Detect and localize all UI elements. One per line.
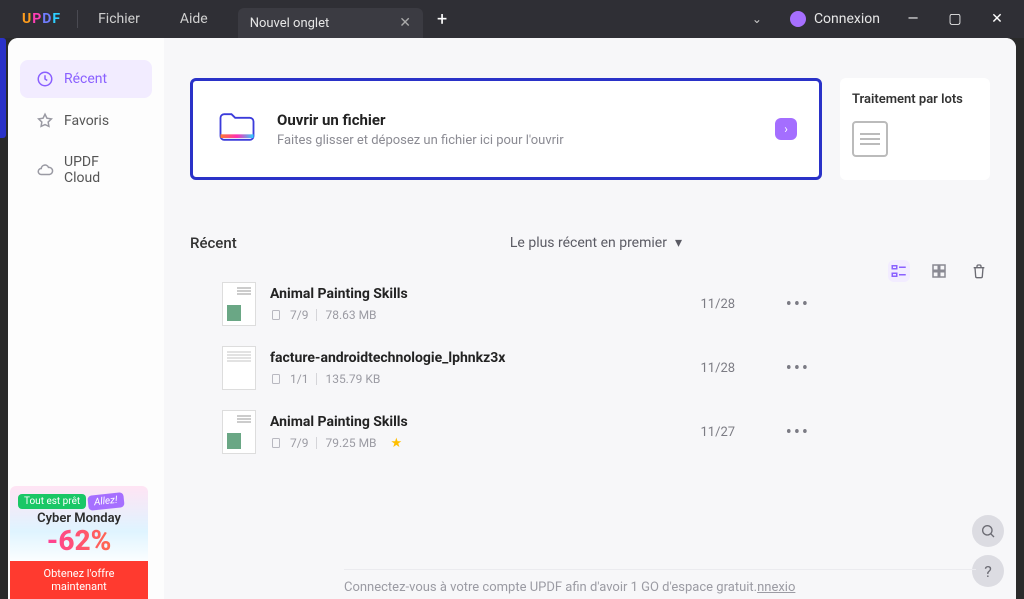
sidebar-item-cloud[interactable]: UPDF Cloud — [20, 144, 152, 196]
close-icon[interactable]: ✕ — [399, 15, 411, 31]
sort-dropdown[interactable]: Le plus récent en premier ▾ — [510, 235, 682, 251]
cloud-icon — [36, 161, 54, 179]
edge-highlight — [0, 38, 6, 138]
app-body: Récent Favoris UPDF Cloud Ouvrir un fich… — [8, 38, 1016, 599]
clock-icon — [36, 70, 54, 88]
file-row[interactable]: facture-androidtechnologie_lphnkz3x 1/1 … — [190, 336, 822, 400]
footer-link[interactable]: nnexio — [757, 580, 795, 595]
open-file-card[interactable]: Ouvrir un fichier Faites glisser et dépo… — [190, 78, 822, 180]
footer-message: Connectez-vous à votre compte UPDF afin … — [344, 569, 976, 595]
view-list-button[interactable] — [888, 260, 910, 282]
file-date: 11/27 — [658, 425, 778, 440]
login-label: Connexion — [814, 11, 880, 27]
open-file-subtitle: Faites glisser et déposez un fichier ici… — [277, 133, 564, 148]
delete-button[interactable] — [968, 260, 990, 282]
batch-icon — [852, 121, 888, 157]
star-icon — [36, 112, 54, 130]
sidebar-item-label: Favoris — [64, 113, 109, 129]
main-area: Ouvrir un fichier Faites glisser et dépo… — [164, 38, 1016, 599]
tab-new[interactable]: Nouvel onglet ✕ — [238, 8, 423, 38]
file-size: 78.63 MB — [325, 308, 376, 322]
sidebar-item-label: UPDF Cloud — [64, 154, 136, 186]
window-close[interactable]: ✕ — [976, 3, 1018, 35]
chevron-right-icon[interactable]: › — [775, 118, 797, 140]
new-tab-button[interactable]: + — [423, 9, 461, 30]
open-file-title: Ouvrir un fichier — [277, 111, 564, 129]
search-button[interactable] — [972, 515, 1004, 547]
more-icon[interactable]: ••• — [778, 422, 818, 443]
file-date: 11/28 — [658, 297, 778, 312]
more-icon[interactable]: ••• — [778, 358, 818, 379]
file-row[interactable]: Animal Painting Skills 7/9 78.63 MB 11/2… — [190, 272, 822, 336]
menu-file[interactable]: Fichier — [78, 0, 160, 38]
promo-discount: -62% — [18, 524, 140, 557]
help-button[interactable]: ? — [972, 555, 1004, 587]
folder-icon — [215, 105, 259, 153]
caret-down-icon: ▾ — [675, 235, 682, 251]
promo-pill: Tout est prêt — [18, 494, 86, 509]
title-bar: UPDF Fichier Aide Nouvel onglet ✕ + ⌄ Co… — [0, 0, 1024, 38]
tab-label: Nouvel onglet — [250, 16, 330, 31]
file-thumbnail — [222, 410, 256, 454]
promo-banner[interactable]: Tout est prêt Allez! Cyber Monday -62% O… — [10, 486, 148, 599]
menu-help[interactable]: Aide — [160, 0, 228, 38]
sidebar-item-recent[interactable]: Récent — [20, 60, 152, 98]
file-list: Animal Painting Skills 7/9 78.63 MB 11/2… — [190, 272, 822, 464]
window-maximize[interactable]: ▢ — [934, 3, 976, 35]
view-grid-button[interactable] — [928, 260, 950, 282]
file-row[interactable]: Animal Painting Skills 7/9 79.25 MB ★ 11… — [190, 400, 822, 464]
file-pages: 7/9 — [290, 436, 308, 450]
file-name: facture-androidtechnologie_lphnkz3x — [270, 350, 658, 366]
recent-heading: Récent — [190, 234, 237, 252]
batch-title: Traitement par lots — [852, 92, 978, 107]
file-pages: 1/1 — [290, 372, 308, 386]
avatar — [790, 11, 806, 27]
file-thumbnail — [222, 346, 256, 390]
file-name: Animal Painting Skills — [270, 414, 658, 430]
promo-cta[interactable]: Obtenez l'offremaintenant — [10, 561, 148, 599]
pages-icon — [270, 309, 282, 321]
file-pages: 7/9 — [290, 308, 308, 322]
batch-card[interactable]: Traitement par lots — [840, 78, 990, 180]
sidebar-item-label: Récent — [64, 71, 107, 87]
promo-pill: Allez! — [87, 492, 124, 511]
pages-icon — [270, 373, 282, 385]
pages-icon — [270, 437, 282, 449]
file-size: 79.25 MB — [325, 436, 376, 450]
file-date: 11/28 — [658, 361, 778, 376]
file-name: Animal Painting Skills — [270, 286, 658, 302]
file-size: 135.79 KB — [325, 372, 380, 386]
app-logo: UPDF — [6, 11, 77, 27]
chevron-down-icon[interactable]: ⌄ — [736, 12, 778, 26]
window-minimize[interactable]: — — [892, 3, 934, 35]
more-icon[interactable]: ••• — [778, 294, 818, 315]
file-thumbnail — [222, 282, 256, 326]
sidebar-item-favorites[interactable]: Favoris — [20, 102, 152, 140]
star-icon: ★ — [391, 436, 403, 451]
login-button[interactable]: Connexion — [778, 11, 892, 27]
